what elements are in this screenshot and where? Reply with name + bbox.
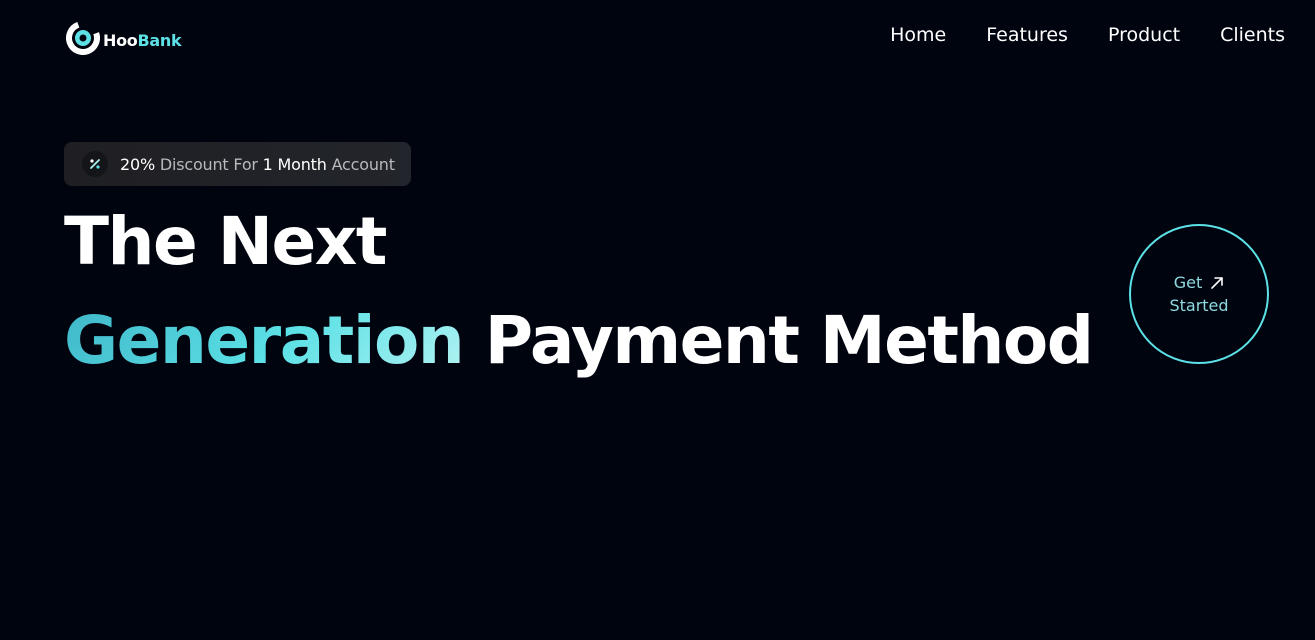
- discount-text: 20% Discount For 1 Month Account: [120, 155, 395, 174]
- discount-text-2: Account: [326, 154, 395, 174]
- discount-percent: 20%: [120, 154, 155, 174]
- nav-link-features[interactable]: Features: [986, 24, 1068, 46]
- navbar: HooBank Home Features Product Clients: [0, 0, 1315, 78]
- hero-heading-highlight: Generation: [64, 302, 465, 379]
- brand-logo[interactable]: HooBank: [66, 21, 182, 55]
- hoobank-logo-icon: [66, 21, 100, 55]
- nav-link-home[interactable]: Home: [890, 24, 946, 46]
- discount-duration: 1 Month: [262, 154, 327, 174]
- nav-link-clients[interactable]: Clients: [1220, 24, 1285, 46]
- get-started-label-2: Started: [1169, 296, 1229, 315]
- brand-name-part1: Hoo: [103, 30, 138, 50]
- nav-links: Home Features Product Clients: [890, 24, 1285, 46]
- hero-heading-line-1: The Next: [64, 203, 387, 280]
- arrow-up-right-icon: [1211, 276, 1224, 289]
- get-started-button[interactable]: Get Started: [1129, 224, 1269, 364]
- discount-badge: 20% Discount For 1 Month Account: [64, 142, 411, 186]
- discount-percent-icon: [82, 151, 108, 177]
- get-started-row-1: Get: [1174, 271, 1225, 294]
- hero-heading-rest: Payment Method: [463, 302, 1094, 379]
- discount-text-1: Discount For: [154, 154, 263, 174]
- brand-name-part2: Bank: [137, 30, 182, 50]
- get-started-label-1: Get: [1173, 273, 1203, 292]
- get-started-row-2: Started: [1169, 294, 1228, 317]
- nav-link-product[interactable]: Product: [1108, 24, 1180, 46]
- hero-heading-line-2: Generation Payment Method: [64, 308, 1094, 374]
- brand-name: HooBank: [103, 30, 182, 50]
